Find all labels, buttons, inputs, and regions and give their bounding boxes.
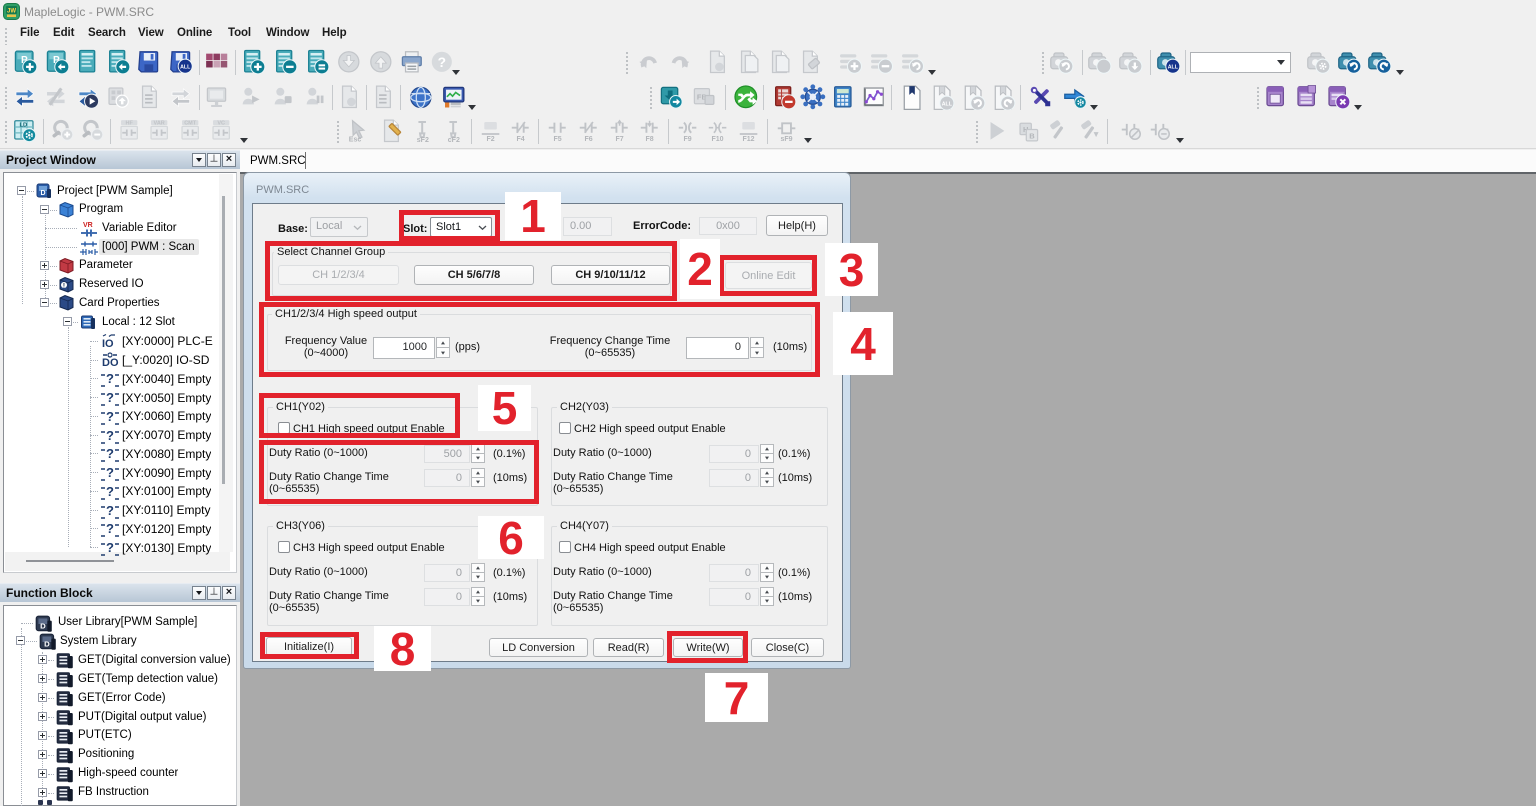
svg-text:CMT: CMT xyxy=(184,121,197,127)
svg-text:F9: F9 xyxy=(683,136,691,143)
svg-text:F7: F7 xyxy=(615,136,623,143)
svg-text:LD: LD xyxy=(19,123,27,129)
svg-text:!: ! xyxy=(63,282,65,289)
svg-text:D: D xyxy=(40,621,46,630)
svg-text:?: ? xyxy=(106,428,114,443)
svg-text:F6: F6 xyxy=(584,136,592,143)
svg-text:?: ? xyxy=(106,446,114,461)
svg-text:sF2: sF2 xyxy=(417,137,429,144)
svg-text:?: ? xyxy=(106,371,114,386)
svg-text:F4: F4 xyxy=(516,136,524,143)
svg-text:?: ? xyxy=(106,409,114,424)
svg-text:sF9: sF9 xyxy=(781,136,793,143)
svg-text:?: ? xyxy=(106,390,114,405)
svg-text:D: D xyxy=(44,640,50,649)
svg-text:?: ? xyxy=(106,521,114,536)
svg-text:HF: HF xyxy=(126,121,134,127)
svg-text:B: B xyxy=(1029,131,1035,140)
svg-text:D: D xyxy=(40,190,45,197)
svg-text:JW: JW xyxy=(7,9,16,15)
svg-text:?: ? xyxy=(106,503,114,518)
svg-text:?: ? xyxy=(106,465,114,480)
svg-text:?: ? xyxy=(106,484,114,499)
svg-text:cF2: cF2 xyxy=(448,137,460,144)
svg-text:ALL: ALL xyxy=(1168,65,1179,71)
svg-text:F8: F8 xyxy=(645,136,653,143)
svg-text:ALL: ALL xyxy=(180,65,191,71)
svg-text:F5: F5 xyxy=(553,136,561,143)
svg-text:VAR: VAR xyxy=(154,121,165,127)
svg-text:VC: VC xyxy=(217,121,225,127)
svg-text:IO: IO xyxy=(102,338,114,350)
svg-text:?: ? xyxy=(438,54,446,70)
svg-text:?: ? xyxy=(106,540,114,555)
svg-text:F10: F10 xyxy=(712,136,724,143)
svg-text:Esc: Esc xyxy=(349,136,362,143)
svg-text:DO: DO xyxy=(102,357,119,369)
svg-text:F12: F12 xyxy=(743,136,755,143)
svg-text:VR: VR xyxy=(83,222,93,229)
svg-text:ALL: ALL xyxy=(942,102,953,108)
svg-text:F2: F2 xyxy=(486,136,494,143)
